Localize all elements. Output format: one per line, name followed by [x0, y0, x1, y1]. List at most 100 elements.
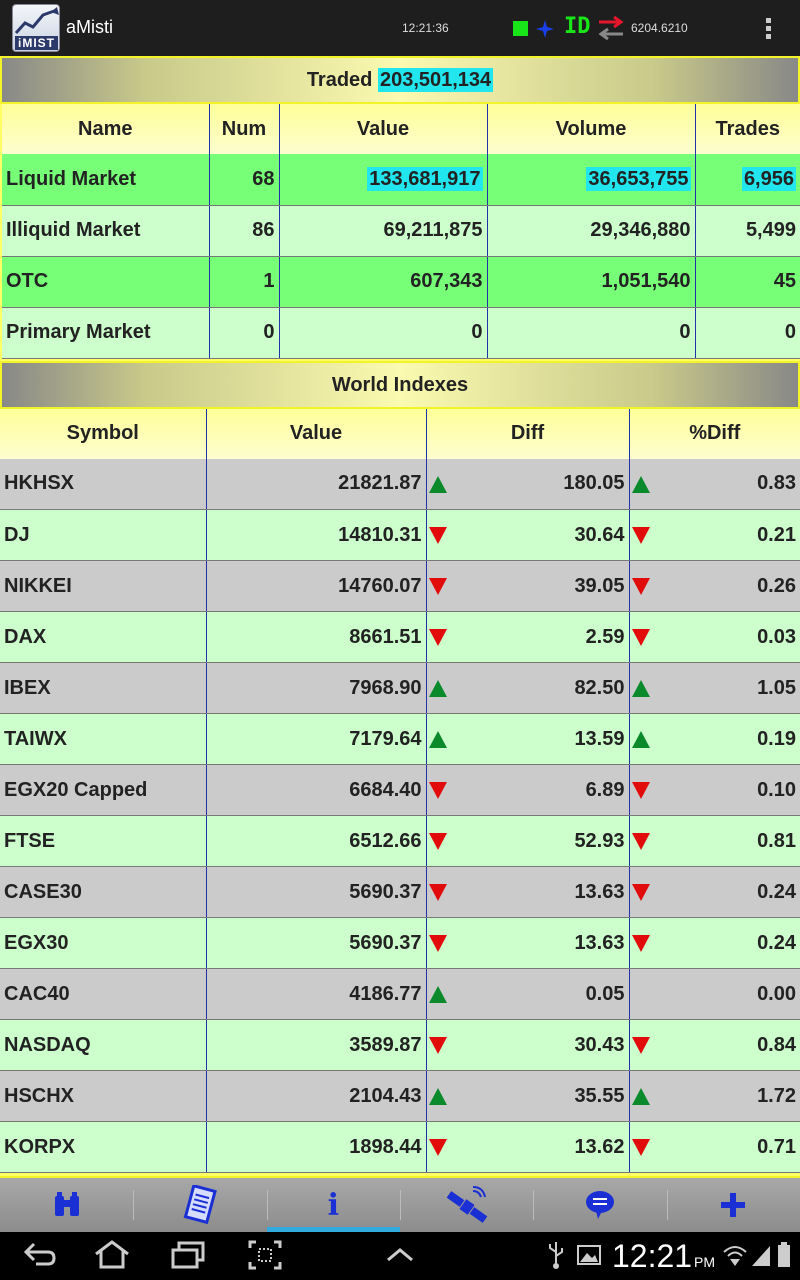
market-value: 133,681,917 [367, 166, 483, 191]
arrow-down-icon [428, 884, 447, 901]
arrow-down-icon [631, 1139, 650, 1156]
index-diff-cell: 39.05 [426, 560, 630, 612]
index-diff: 39.05 [574, 574, 625, 597]
table-row[interactable]: NIKKEI 14760.07 39.05 0.26 [0, 560, 800, 612]
index-percent-diff-cell: 0.10 [629, 764, 800, 816]
connection-status-icon [513, 21, 528, 36]
index-symbol: TAIWX [0, 713, 207, 765]
arrow-up-icon [428, 1088, 447, 1105]
col-index-value[interactable]: Value [206, 408, 427, 459]
app-logo-icon[interactable]: iMIST [12, 4, 60, 52]
world-indexes-title: World Indexes [331, 373, 469, 396]
index-percent-diff-cell: 0.83 [629, 458, 800, 510]
tab-info[interactable]: i [266, 1178, 401, 1232]
market-num: 1 [209, 256, 280, 308]
arrow-up-icon [631, 731, 650, 748]
index-value: 14810.31 [206, 509, 427, 561]
arrow-up-icon [428, 986, 447, 1003]
index-value: 1898.44 [206, 1121, 427, 1173]
index-percent-diff: 0.24 [757, 931, 796, 954]
back-icon[interactable] [22, 1240, 58, 1270]
table-row[interactable]: DAX 8661.51 2.59 0.03 [0, 611, 800, 663]
index-diff-cell: 13.63 [426, 866, 630, 918]
table-row[interactable]: CAC40 4186.77 0.05 0.00 [0, 968, 800, 1020]
market-volume: 1,051,540 [487, 256, 696, 308]
col-value[interactable]: Value [279, 104, 488, 154]
index-symbol: HKHSX [0, 458, 207, 510]
tab-satellite[interactable] [399, 1178, 533, 1232]
chevron-up-icon[interactable] [384, 1240, 416, 1270]
index-percent-diff-cell: 0.21 [629, 509, 800, 561]
index-symbol: NIKKEI [0, 560, 207, 612]
market-clock: 12:21:36 [402, 21, 449, 35]
index-symbol: FTSE [0, 815, 207, 867]
index-symbol: DJ [0, 509, 207, 561]
index-diff-cell: 35.55 [426, 1070, 630, 1122]
table-row[interactable]: TAIWX 7179.64 13.59 0.19 [0, 713, 800, 765]
index-symbol: EGX30 [0, 917, 207, 969]
index-value: 14760.07 [206, 560, 427, 612]
arrow-down-icon [631, 527, 650, 544]
battery-icon [778, 1242, 790, 1267]
table-row[interactable]: DJ 14810.31 30.64 0.21 [0, 509, 800, 561]
index-diff: 13.62 [574, 1135, 625, 1158]
overflow-menu-icon[interactable] [762, 16, 774, 42]
recent-apps-icon[interactable] [170, 1240, 206, 1270]
col-symbol[interactable]: Symbol [0, 408, 207, 459]
arrow-down-icon [631, 833, 650, 850]
index-diff-cell: 13.62 [426, 1121, 630, 1173]
col-trades[interactable]: Trades [695, 104, 800, 154]
action-bar: iMIST aMisti 12:21:36 ID 6204.6210 [0, 0, 800, 56]
index-value: 2104.43 [206, 1070, 427, 1122]
wifi-icon [723, 1246, 747, 1266]
tab-search[interactable] [0, 1178, 133, 1232]
index-symbol: EGX20 Capped [0, 764, 207, 816]
col-num[interactable]: Num [209, 104, 280, 154]
tab-messages[interactable] [533, 1178, 666, 1232]
index-value: 7968.90 [206, 662, 427, 714]
index-percent-diff: 0.26 [757, 574, 796, 597]
tab-reports[interactable] [133, 1178, 266, 1232]
arrow-down-icon [428, 782, 447, 799]
arrow-down-icon [428, 833, 447, 850]
table-row[interactable]: CASE30 5690.37 13.63 0.24 [0, 866, 800, 918]
arrow-down-icon [631, 578, 650, 595]
index-percent-diff: 1.05 [757, 676, 796, 699]
col-volume[interactable]: Volume [487, 104, 696, 154]
index-value: 5690.37 [206, 866, 427, 918]
table-row[interactable]: IBEX 7968.90 82.50 1.05 [0, 662, 800, 714]
table-row[interactable]: Primary Market 0 0 0 0 [1, 307, 800, 359]
table-row[interactable]: NASDAQ 3589.87 30.43 0.84 [0, 1019, 800, 1071]
arrow-down-icon [428, 629, 447, 646]
index-value: 6684.40 [206, 764, 427, 816]
table-row[interactable]: HSCHX 2104.43 35.55 1.72 [0, 1070, 800, 1122]
document-icon [183, 1185, 217, 1225]
table-row[interactable]: Liquid Market 68 133,681,917 36,653,755 … [1, 154, 800, 206]
table-row[interactable]: FTSE 6512.66 52.93 0.81 [0, 815, 800, 867]
index-percent-diff: 0.00 [757, 982, 796, 1005]
home-icon[interactable] [92, 1240, 132, 1270]
index-diff-cell: 30.64 [426, 509, 630, 561]
index-percent-diff: 0.83 [757, 472, 796, 495]
arrow-up-icon [428, 680, 447, 697]
index-symbol: CAC40 [0, 968, 207, 1020]
arrow-down-icon [428, 527, 447, 544]
table-row[interactable]: OTC 1 607,343 1,051,540 45 [1, 256, 800, 308]
table-row[interactable]: Illiquid Market 86 69,211,875 29,346,880… [1, 205, 800, 257]
table-row[interactable]: EGX30 5690.37 13.63 0.24 [0, 917, 800, 969]
tab-add[interactable] [666, 1178, 800, 1232]
col-diff[interactable]: Diff [426, 408, 630, 459]
col-percent-diff[interactable]: %Diff [629, 408, 800, 459]
col-name[interactable]: Name [1, 104, 210, 154]
table-row[interactable]: KORPX 1898.44 13.62 0.71 [0, 1121, 800, 1173]
index-percent-diff: 0.19 [757, 727, 796, 750]
table-row[interactable]: HKHSX 21821.87 180.05 0.83 [0, 458, 800, 510]
usb-icon [549, 1242, 563, 1269]
index-symbol: DAX [0, 611, 207, 663]
table-row[interactable]: EGX20 Capped 6684.40 6.89 0.10 [0, 764, 800, 816]
index-symbol: IBEX [0, 662, 207, 714]
market-volume: 36,653,755 [586, 166, 691, 191]
index-percent-diff: 0.81 [757, 829, 796, 852]
screenshot-icon[interactable] [248, 1240, 282, 1270]
id-status-indicator: ID [564, 14, 591, 39]
